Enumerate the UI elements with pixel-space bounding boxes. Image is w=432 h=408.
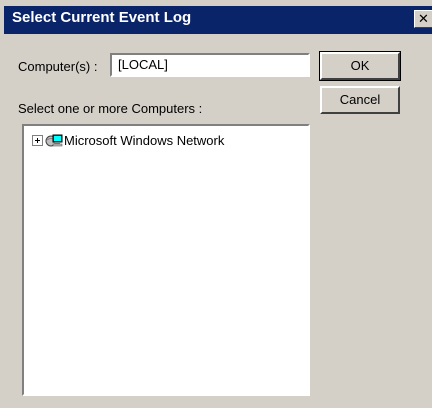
- tree-item-label: Microsoft Windows Network: [64, 133, 225, 148]
- dialog-title: Select Current Event Log: [12, 9, 192, 26]
- title-bar: Select Current Event Log ✕: [0, 0, 432, 34]
- close-icon: ✕: [418, 11, 429, 26]
- close-button[interactable]: ✕: [414, 10, 432, 28]
- expand-plus-icon[interactable]: [32, 135, 43, 146]
- ok-button[interactable]: OK: [320, 52, 400, 80]
- title-bar-fill: Select Current Event Log: [4, 6, 432, 34]
- select-event-log-dialog: Select Current Event Log ✕ Computer(s) :…: [0, 0, 432, 408]
- computers-list-heading: Select one or more Computers :: [18, 101, 203, 116]
- computer-input[interactable]: [LOCAL]: [110, 53, 310, 77]
- cancel-button[interactable]: Cancel: [320, 86, 400, 114]
- dialog-bottom-edge: [0, 404, 432, 408]
- network-globe-icon: [45, 134, 63, 147]
- computer-label: Computer(s) :: [18, 59, 98, 74]
- computer-tree[interactable]: Microsoft Windows Network: [22, 124, 310, 396]
